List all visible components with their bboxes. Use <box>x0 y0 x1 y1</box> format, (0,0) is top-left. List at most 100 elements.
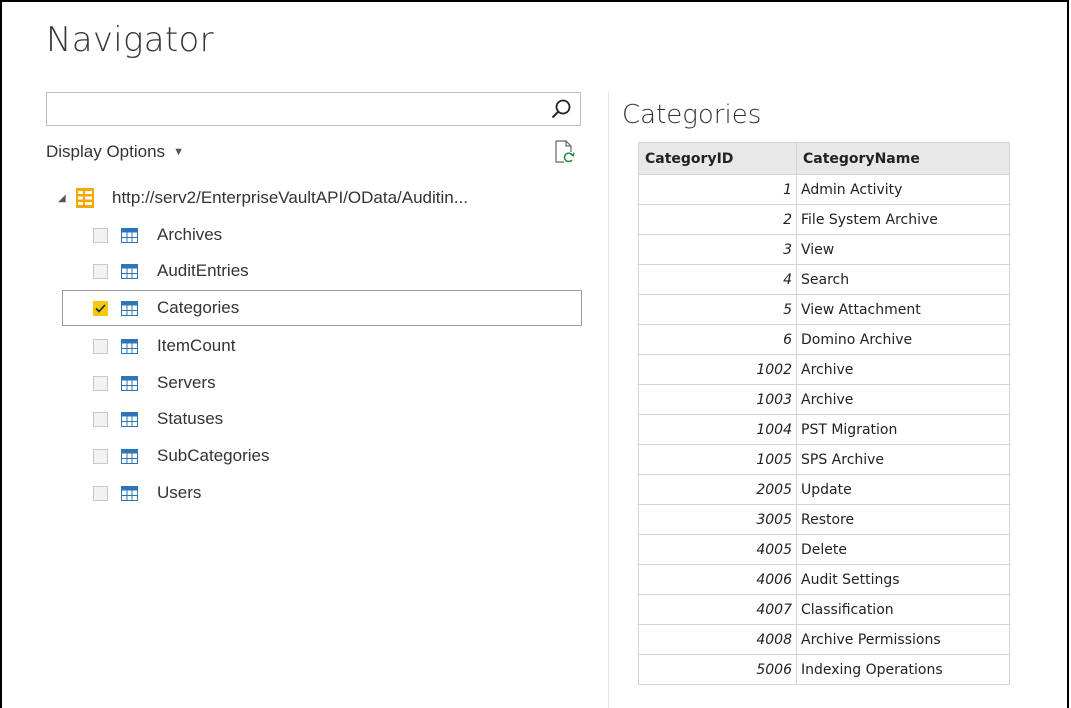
column-header-categoryid[interactable]: CategoryID <box>638 142 797 175</box>
table-row: 1005 SPS Archive <box>638 444 1010 475</box>
table-icon <box>121 411 138 427</box>
cell-category-name: File System Archive <box>796 204 1010 235</box>
odata-feed-icon <box>76 188 94 208</box>
table-header-row: CategoryID CategoryName <box>638 142 1010 175</box>
table-row: 4006 Audit Settings <box>638 564 1010 595</box>
cell-category-id: 2005 <box>638 474 797 505</box>
display-options-label: Display Options <box>46 142 166 161</box>
cell-category-id: 4 <box>638 264 797 295</box>
cell-category-name: Delete <box>796 534 1010 565</box>
tree-item-label: Users <box>157 483 202 502</box>
search-icon[interactable] <box>550 98 572 120</box>
table-row: 5 View Attachment <box>638 294 1010 325</box>
cell-category-id: 1003 <box>638 384 797 415</box>
cell-category-name: Audit Settings <box>796 564 1010 595</box>
cell-category-name: Admin Activity <box>796 174 1010 205</box>
tree-item-label: Archives <box>157 225 223 244</box>
cell-category-name: Update <box>796 474 1010 505</box>
checkmark-icon <box>95 303 106 313</box>
refresh-icon[interactable] <box>553 140 575 164</box>
search-input[interactable] <box>53 93 537 125</box>
preview-title: Categories <box>622 100 762 130</box>
tree-item-label: Categories <box>157 298 240 317</box>
display-options-dropdown[interactable]: Display Options ▼ <box>46 142 184 162</box>
tree-item-auditentries[interactable]: AuditEntries <box>62 253 582 289</box>
cell-category-id: 5006 <box>638 654 797 685</box>
search-box[interactable] <box>46 92 581 126</box>
tree-item-statuses[interactable]: Statuses <box>62 401 582 437</box>
checkbox-checked[interactable] <box>93 300 108 316</box>
pane-divider[interactable] <box>608 92 609 708</box>
chevron-down-icon: ▼ <box>173 146 184 158</box>
table-row: 4005 Delete <box>638 534 1010 565</box>
cell-category-id: 4008 <box>638 624 797 655</box>
table-icon <box>121 300 138 316</box>
checkbox[interactable] <box>93 375 108 391</box>
cell-category-name: PST Migration <box>796 414 1010 445</box>
table-row: 6 Domino Archive <box>638 324 1010 355</box>
table-icon <box>121 375 138 391</box>
cell-category-id: 1002 <box>638 354 797 385</box>
table-row: 4007 Classification <box>638 594 1010 625</box>
cell-category-name: Classification <box>796 594 1010 625</box>
cell-category-id: 1004 <box>638 414 797 445</box>
expand-triangle-icon[interactable]: ◢ <box>58 193 72 204</box>
tree-item-users[interactable]: Users <box>62 475 582 511</box>
cell-category-id: 1 <box>638 174 797 205</box>
table-row: 2005 Update <box>638 474 1010 505</box>
table-row: 1 Admin Activity <box>638 174 1010 205</box>
cell-category-id: 6 <box>638 324 797 355</box>
cell-category-name: SPS Archive <box>796 444 1010 475</box>
tree-item-categories[interactable]: Categories <box>62 290 582 326</box>
table-row: 1002 Archive <box>638 354 1010 385</box>
cell-category-name: Domino Archive <box>796 324 1010 355</box>
cell-category-id: 4006 <box>638 564 797 595</box>
preview-table: CategoryID CategoryName 1 Admin Activity … <box>638 142 1010 685</box>
cell-category-id: 1005 <box>638 444 797 475</box>
table-row: 3 View <box>638 234 1010 265</box>
cell-category-name: Archive Permissions <box>796 624 1010 655</box>
cell-category-name: Archive <box>796 354 1010 385</box>
table-row: 1004 PST Migration <box>638 414 1010 445</box>
cell-category-name: Indexing Operations <box>796 654 1010 685</box>
table-row: 4 Search <box>638 264 1010 295</box>
checkbox[interactable] <box>93 485 108 501</box>
checkbox[interactable] <box>93 263 108 279</box>
checkbox[interactable] <box>93 411 108 427</box>
table-icon <box>121 485 138 501</box>
cell-category-id: 4007 <box>638 594 797 625</box>
table-row: 3005 Restore <box>638 504 1010 535</box>
table-row: 2 File System Archive <box>638 204 1010 235</box>
cell-category-id: 5 <box>638 294 797 325</box>
cell-category-id: 4005 <box>638 534 797 565</box>
cell-category-id: 2 <box>638 204 797 235</box>
cell-category-name: Restore <box>796 504 1010 535</box>
cell-category-id: 3005 <box>638 504 797 535</box>
checkbox[interactable] <box>93 448 108 464</box>
tree-item-servers[interactable]: Servers <box>62 365 582 401</box>
cell-category-name: Archive <box>796 384 1010 415</box>
tree-item-label: AuditEntries <box>157 261 249 280</box>
tree-item-label: ItemCount <box>157 336 236 355</box>
table-row: 4008 Archive Permissions <box>638 624 1010 655</box>
tree-root-node[interactable]: ◢ http://serv2/EnterpriseVaultAPI/OData/… <box>58 183 468 213</box>
tree-item-itemcount[interactable]: ItemCount <box>62 328 582 364</box>
table-icon <box>121 338 138 354</box>
tree-root-label: http://serv2/EnterpriseVaultAPI/OData/Au… <box>112 188 468 207</box>
table-icon <box>121 227 138 243</box>
tree-item-label: Statuses <box>157 409 224 428</box>
dialog-title: Navigator <box>46 20 214 60</box>
checkbox[interactable] <box>93 338 108 354</box>
table-icon <box>121 448 138 464</box>
cell-category-name: Search <box>796 264 1010 295</box>
column-header-categoryname[interactable]: CategoryName <box>796 142 1010 175</box>
table-row: 5006 Indexing Operations <box>638 654 1010 685</box>
table-icon <box>121 263 138 279</box>
cell-category-id: 3 <box>638 234 797 265</box>
table-row: 1003 Archive <box>638 384 1010 415</box>
tree-item-archives[interactable]: Archives <box>62 217 582 253</box>
checkbox[interactable] <box>93 227 108 243</box>
cell-category-name: View <box>796 234 1010 265</box>
tree-item-subcategories[interactable]: SubCategories <box>62 438 582 474</box>
cell-category-name: View Attachment <box>796 294 1010 325</box>
